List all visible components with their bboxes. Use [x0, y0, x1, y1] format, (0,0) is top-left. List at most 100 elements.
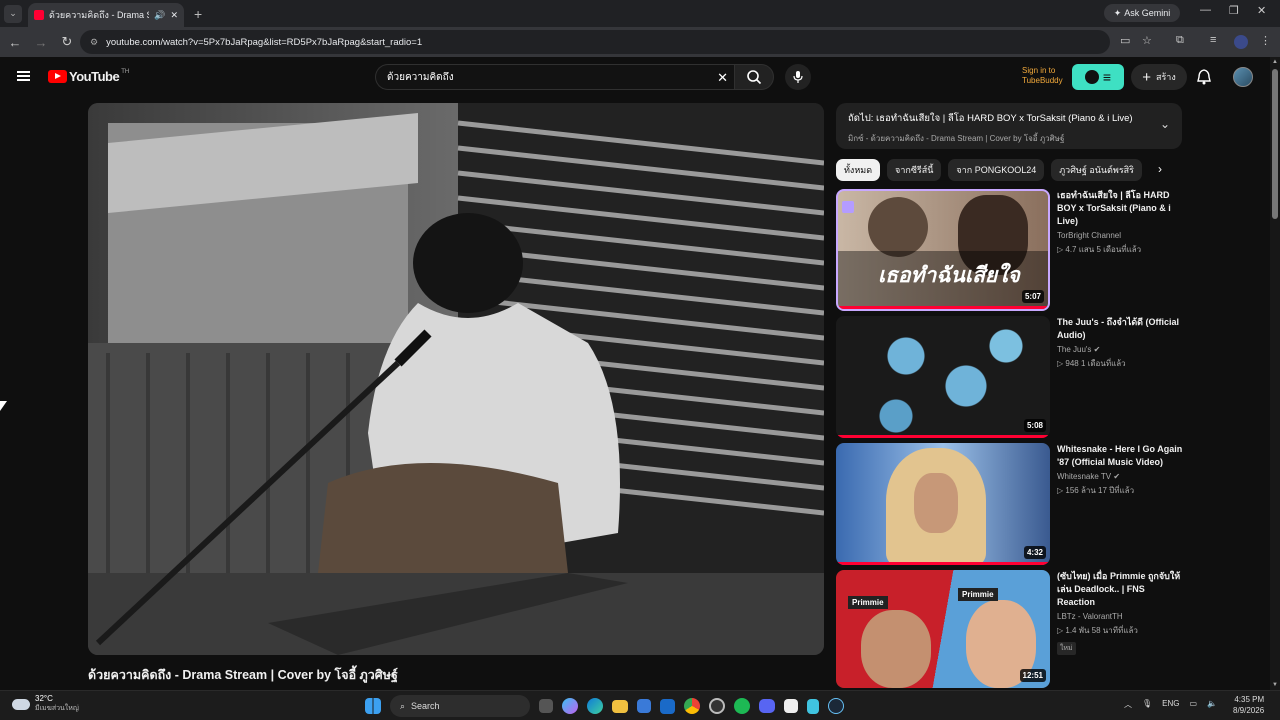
- channel-name[interactable]: LBTz - ValorantTH: [1057, 612, 1183, 621]
- chip-from-series[interactable]: จากซีรีส์นี้: [887, 159, 942, 181]
- site-info-icon[interactable]: ⚙: [90, 37, 98, 48]
- weather-widget[interactable]: 32°C มีเมฆส่วนใหญ่: [12, 694, 79, 714]
- recommendation-item[interactable]: เธอทำฉันเสียใจ 5:07 เธอทำฉันเสียใจ | ลีโ…: [836, 189, 1182, 311]
- obs-icon[interactable]: [709, 698, 725, 714]
- tab-search-button[interactable]: ⌄: [4, 4, 22, 23]
- chips-next-chevron-icon[interactable]: ›: [1158, 162, 1162, 176]
- channel-name[interactable]: Whitesnake TV ✔: [1057, 472, 1183, 481]
- playlist-next-title: ถัดไป: เธอทำฉันเสียใจ | ลีโอ HARD BOY x …: [848, 113, 1133, 124]
- watch-progress-bar: [838, 306, 1048, 309]
- browser-toolbar: ← → ↻ ⚙ youtube.com/watch?v=5Px7bJaRpag&…: [0, 27, 1280, 57]
- scrollbar-thumb[interactable]: [1272, 69, 1278, 219]
- taskbar-search-box[interactable]: ⌕ Search: [390, 695, 530, 717]
- search-button[interactable]: [734, 64, 774, 90]
- cloud-icon: [12, 698, 30, 710]
- new-tab-button[interactable]: +: [194, 6, 202, 22]
- recommendation-title[interactable]: Whitesnake - Here I Go Again '87 (Offici…: [1057, 443, 1183, 469]
- close-window-button[interactable]: ✕: [1257, 4, 1266, 17]
- bookmark-star-icon[interactable]: ☆: [1142, 34, 1152, 47]
- notifications-bell-icon[interactable]: [1197, 69, 1211, 85]
- account-avatar[interactable]: [1233, 67, 1253, 87]
- channel-name[interactable]: The Juu's ✔: [1057, 345, 1183, 354]
- search-icon: [747, 70, 762, 85]
- network-icon[interactable]: ▭: [1190, 699, 1198, 710]
- youtube-play-icon: [48, 70, 67, 83]
- channel-name[interactable]: TorBright Channel: [1057, 231, 1183, 240]
- tray-mic-icon[interactable]: 🎙: [1142, 699, 1152, 710]
- video-thumbnail[interactable]: เธอทำฉันเสียใจ 5:07: [836, 189, 1050, 311]
- scroll-down-icon[interactable]: ▼: [1272, 682, 1278, 688]
- recommendation-item[interactable]: 5:08 The Juu's - ถึงจำได้ดี (Official Au…: [836, 316, 1182, 438]
- playlist-subtitle: มิกซ์ - ด้วยความคิดถึง - Drama Stream | …: [848, 134, 1065, 143]
- forward-icon[interactable]: →: [30, 35, 52, 50]
- recommendation-title[interactable]: The Juu's - ถึงจำได้ดี (Official Audio): [1057, 316, 1183, 342]
- view-meta: ▷ 948 1 เดือนที่แล้ว: [1057, 359, 1126, 368]
- discord-icon[interactable]: [759, 699, 775, 713]
- guide-menu-icon[interactable]: [17, 71, 30, 81]
- tray-overflow-icon[interactable]: ︿: [1124, 699, 1132, 710]
- video-thumbnail[interactable]: 4:32: [836, 443, 1050, 565]
- file-explorer-icon[interactable]: [612, 699, 628, 713]
- youtube-favicon-icon: [34, 10, 44, 20]
- clock-date: 8/9/2026: [1233, 706, 1265, 715]
- system-tray: ︿ 🎙 ENG ▭ 🔈: [1124, 699, 1217, 710]
- maximize-button[interactable]: ❐: [1229, 4, 1239, 17]
- ask-gemini-button[interactable]: ✦ Ask Gemini: [1104, 4, 1180, 22]
- recommendation-item[interactable]: 4:32 Whitesnake - Here I Go Again '87 (O…: [836, 443, 1182, 565]
- spotify-icon[interactable]: [734, 698, 750, 714]
- input-language[interactable]: ENG: [1162, 699, 1179, 710]
- task-view-icon[interactable]: [539, 699, 553, 713]
- clear-search-icon[interactable]: ✕: [717, 70, 728, 86]
- recommendation-title[interactable]: (ซับไทย) เมื่อ Primmie ถูกจับให้เล่น Dea…: [1057, 570, 1183, 609]
- scroll-up-icon[interactable]: ▲: [1272, 59, 1278, 65]
- address-bar[interactable]: ⚙ youtube.com/watch?v=5Px7bJaRpag&list=R…: [80, 30, 1110, 54]
- copilot-icon[interactable]: [562, 698, 578, 714]
- recommendation-item[interactable]: Primmie Primmie 12:51 (ซับไทย) เมื่อ Pri…: [836, 570, 1182, 688]
- weather-condition: มีเมฆส่วนใหญ่: [35, 705, 79, 712]
- duration-badge: 5:07: [1021, 290, 1044, 303]
- view-meta: ▷ 4.7 แสน 5 เดือนที่แล้ว: [1057, 245, 1142, 254]
- tubebuddy-line2: TubeBuddy: [1022, 76, 1063, 85]
- chip-all[interactable]: ทั้งหมด: [836, 159, 881, 181]
- chip-phuwasit[interactable]: ภูวศิษฐ์ อนันต์พรสิริ: [1051, 159, 1142, 181]
- expand-playlist-chevron-icon[interactable]: ⌄: [1160, 117, 1170, 131]
- cast-icon[interactable]: ▭: [1120, 34, 1130, 47]
- audio-playing-icon[interactable]: 🔊: [154, 10, 165, 21]
- browser-tab[interactable]: ด้วยความคิดถึง - Drama Stream 🔊 ✕: [28, 3, 184, 27]
- chrome-icon[interactable]: [684, 698, 700, 714]
- reading-list-icon[interactable]: ≡: [1210, 34, 1216, 46]
- tubebuddy-signin-link[interactable]: Sign in to TubeBuddy: [1012, 66, 1063, 86]
- steam-icon[interactable]: [828, 698, 844, 714]
- back-icon[interactable]: ←: [4, 35, 26, 50]
- start-windows-icon[interactable]: [365, 698, 381, 714]
- reload-icon[interactable]: ↻: [56, 34, 78, 50]
- volume-icon[interactable]: 🔈: [1207, 699, 1217, 710]
- video-thumbnail[interactable]: 5:08: [836, 316, 1050, 438]
- microsoft-store-icon[interactable]: [637, 699, 651, 713]
- outlook-icon[interactable]: [660, 698, 675, 714]
- chip-from-pongkool24[interactable]: จาก PONGKOOL24: [948, 159, 1045, 181]
- edge-icon[interactable]: [587, 698, 603, 714]
- minimize-button[interactable]: —: [1200, 4, 1211, 16]
- extensions-icon[interactable]: ⧉: [1176, 34, 1184, 47]
- search-input[interactable]: ด้วยความคิดถึง ✕: [375, 64, 734, 90]
- page-scrollbar[interactable]: ▲ ▼: [1270, 57, 1280, 690]
- microphone-icon: [793, 71, 803, 83]
- taskbar-clock[interactable]: 4:35 PM 8/9/2026: [1233, 694, 1264, 716]
- chrome-menu-icon[interactable]: ⋮: [1260, 34, 1271, 47]
- voice-search-button[interactable]: [785, 64, 811, 90]
- thumbnail-label: Primmie: [958, 588, 998, 601]
- video-thumbnail[interactable]: Primmie Primmie 12:51: [836, 570, 1050, 688]
- tubebuddy-menu-button[interactable]: ≡: [1072, 64, 1124, 90]
- notepad-icon[interactable]: [807, 698, 819, 714]
- close-tab-icon[interactable]: ✕: [170, 10, 178, 21]
- create-button[interactable]: + สร้าง: [1131, 64, 1187, 90]
- new-badge: ใหม่: [1057, 642, 1076, 655]
- profile-icon[interactable]: [1234, 35, 1248, 49]
- mix-playlist-panel[interactable]: ถัดไป: เธอทำฉันเสียใจ | ลีโอ HARD BOY x …: [836, 103, 1182, 149]
- recommendation-title[interactable]: เธอทำฉันเสียใจ | ลีโอ HARD BOY x TorSaks…: [1057, 189, 1183, 228]
- youtube-logo[interactable]: YouTube TH: [48, 69, 129, 84]
- create-label: สร้าง: [1155, 72, 1176, 82]
- video-player[interactable]: [88, 103, 824, 655]
- capcut-icon[interactable]: [784, 699, 798, 713]
